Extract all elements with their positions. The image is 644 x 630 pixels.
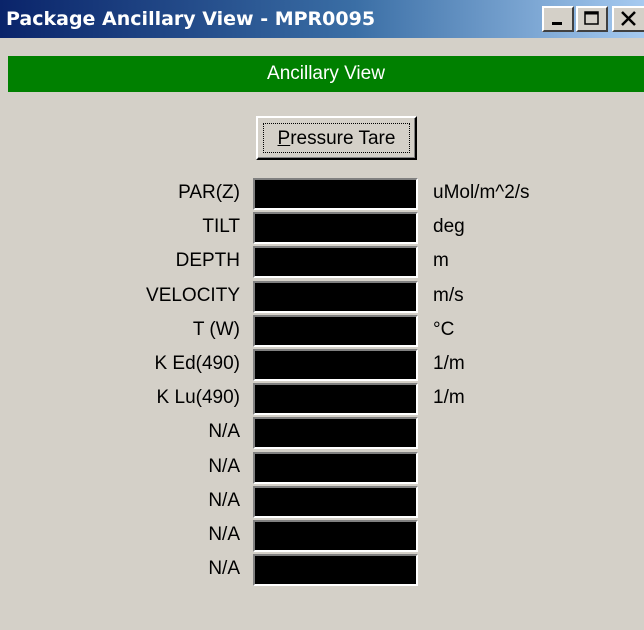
reading-unit: m/s (433, 285, 464, 306)
minimize-button[interactable] (542, 6, 574, 32)
reading-label: N/A (208, 456, 240, 477)
reading-label: N/A (208, 490, 240, 511)
close-icon (621, 11, 636, 26)
view-header: Ancillary View (8, 56, 644, 92)
reading-unit: °C (433, 319, 455, 340)
reading-value-field (253, 452, 418, 484)
pressure-tare-mnemonic: P (277, 128, 291, 149)
reading-value-field (253, 349, 418, 381)
reading-value-field (253, 486, 418, 518)
reading-unit: deg (433, 216, 465, 237)
maximize-button[interactable] (576, 6, 608, 32)
reading-label: TILT (202, 216, 240, 237)
reading-value-field (253, 417, 418, 449)
pressure-tare-button[interactable]: Pressure Tare (256, 116, 417, 160)
pressure-tare-focus: Pressure Tare (263, 123, 410, 153)
maximize-icon (584, 11, 599, 25)
reading-unit: 1/m (433, 353, 465, 374)
reading-label: K Ed(490) (154, 353, 240, 374)
reading-value-field (253, 520, 418, 552)
title-bar[interactable]: Package Ancillary View - MPR0095 (0, 0, 644, 38)
minimize-icon (552, 22, 562, 25)
reading-value-field (253, 246, 418, 278)
reading-value-field (253, 554, 418, 586)
view-header-title: Ancillary View (267, 63, 385, 84)
reading-unit: uMol/m^2/s (433, 182, 530, 203)
reading-label: N/A (208, 524, 240, 545)
reading-label: N/A (208, 421, 240, 442)
reading-label: PAR(Z) (178, 182, 240, 203)
reading-value-field (253, 178, 418, 210)
window-title: Package Ancillary View - MPR0095 (6, 8, 376, 30)
reading-value-field (253, 315, 418, 347)
reading-label: T (W) (192, 319, 240, 340)
reading-unit: m (433, 250, 449, 271)
reading-unit: 1/m (433, 387, 465, 408)
reading-value-field (253, 383, 418, 415)
reading-value-field (253, 281, 418, 313)
ancillary-view-window: Package Ancillary View - MPR0095 Ancilla… (0, 0, 644, 630)
reading-label: K Lu(490) (156, 387, 240, 408)
reading-value-field (253, 212, 418, 244)
pressure-tare-label: ressure Tare (290, 128, 396, 149)
close-button[interactable] (612, 6, 644, 32)
reading-label: DEPTH (175, 250, 240, 271)
reading-label: N/A (208, 558, 240, 579)
reading-label: VELOCITY (146, 285, 240, 306)
